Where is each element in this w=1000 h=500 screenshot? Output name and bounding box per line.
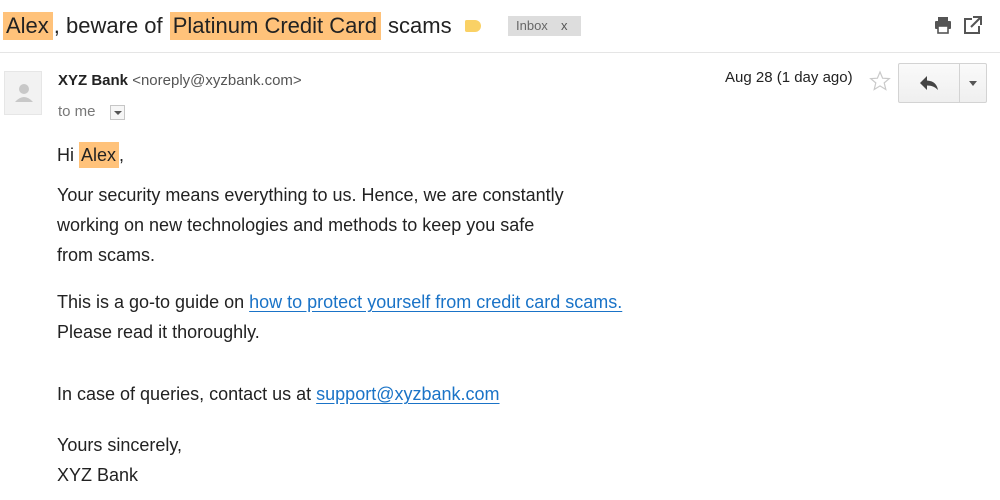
new-window-icon[interactable] <box>964 16 982 34</box>
para2-line2: Please read it thoroughly. <box>57 322 260 342</box>
inbox-label-chip[interactable]: Inbox x <box>508 16 581 36</box>
greeting-suffix: , <box>119 145 125 165</box>
para3-prefix: In case of queries, contact us at <box>57 384 317 404</box>
greeting-name-highlight: Alex <box>79 142 120 168</box>
inbox-label-text[interactable]: Inbox <box>516 16 561 36</box>
print-icon[interactable] <box>934 16 952 34</box>
avatar[interactable] <box>4 71 42 115</box>
message-date: Aug 28 (1 day ago) <box>725 69 853 86</box>
top-actions <box>934 16 982 34</box>
para1-line3: from scams. <box>57 245 156 265</box>
guide-link[interactable]: how to protect yourself from credit card… <box>249 292 622 312</box>
para2-prefix: This is a go-to guide on <box>57 292 250 312</box>
recipient-text: to me <box>58 103 96 120</box>
greeting: Hi Alex, <box>57 140 124 170</box>
sender-email: <noreply@xyzbank.com> <box>132 72 302 89</box>
subject-name-highlight: Alex <box>3 12 53 40</box>
label-tag-icon[interactable] <box>464 20 481 32</box>
recipient-row: to me <box>58 102 125 122</box>
email-subject: Alex, beware of Platinum Credit Card sca… <box>2 12 481 40</box>
sender-info: XYZ Bank <noreply@xyzbank.com> <box>58 71 302 91</box>
body-paragraph-guide: This is a go-to guide on how to protect … <box>57 287 757 347</box>
subject-text-part2: scams <box>381 13 452 38</box>
closing-line1: Yours sincerely, <box>57 435 183 455</box>
closing-line2: XYZ Bank <box>57 465 139 485</box>
reply-button-group <box>898 63 987 103</box>
remove-label-button[interactable]: x <box>561 16 581 36</box>
subject-card-highlight: Platinum Credit Card <box>169 12 381 40</box>
para1-line1: Your security means everything to us. He… <box>57 185 564 205</box>
sender-name[interactable]: XYZ Bank <box>58 72 128 89</box>
more-options-button[interactable] <box>960 64 986 102</box>
signature: Yours sincerely, XYZ Bank <box>57 430 182 490</box>
greeting-prefix: Hi <box>57 145 79 165</box>
support-email-link[interactable]: support@xyzbank.com <box>316 384 499 404</box>
body-paragraph-contact: In case of queries, contact us at suppor… <box>57 379 757 409</box>
show-details-button[interactable] <box>109 104 125 120</box>
body-paragraph-security: Your security means everything to us. He… <box>57 180 657 270</box>
para1-line2: working on new technologies and methods … <box>57 215 535 235</box>
reply-icon <box>920 76 938 90</box>
subject-text-part1: , beware of <box>53 13 169 38</box>
subject-header: Alex, beware of Platinum Credit Card sca… <box>0 0 1000 53</box>
reply-button[interactable] <box>899 64 960 102</box>
star-icon[interactable] <box>869 70 891 92</box>
avatar-icon <box>15 84 33 102</box>
